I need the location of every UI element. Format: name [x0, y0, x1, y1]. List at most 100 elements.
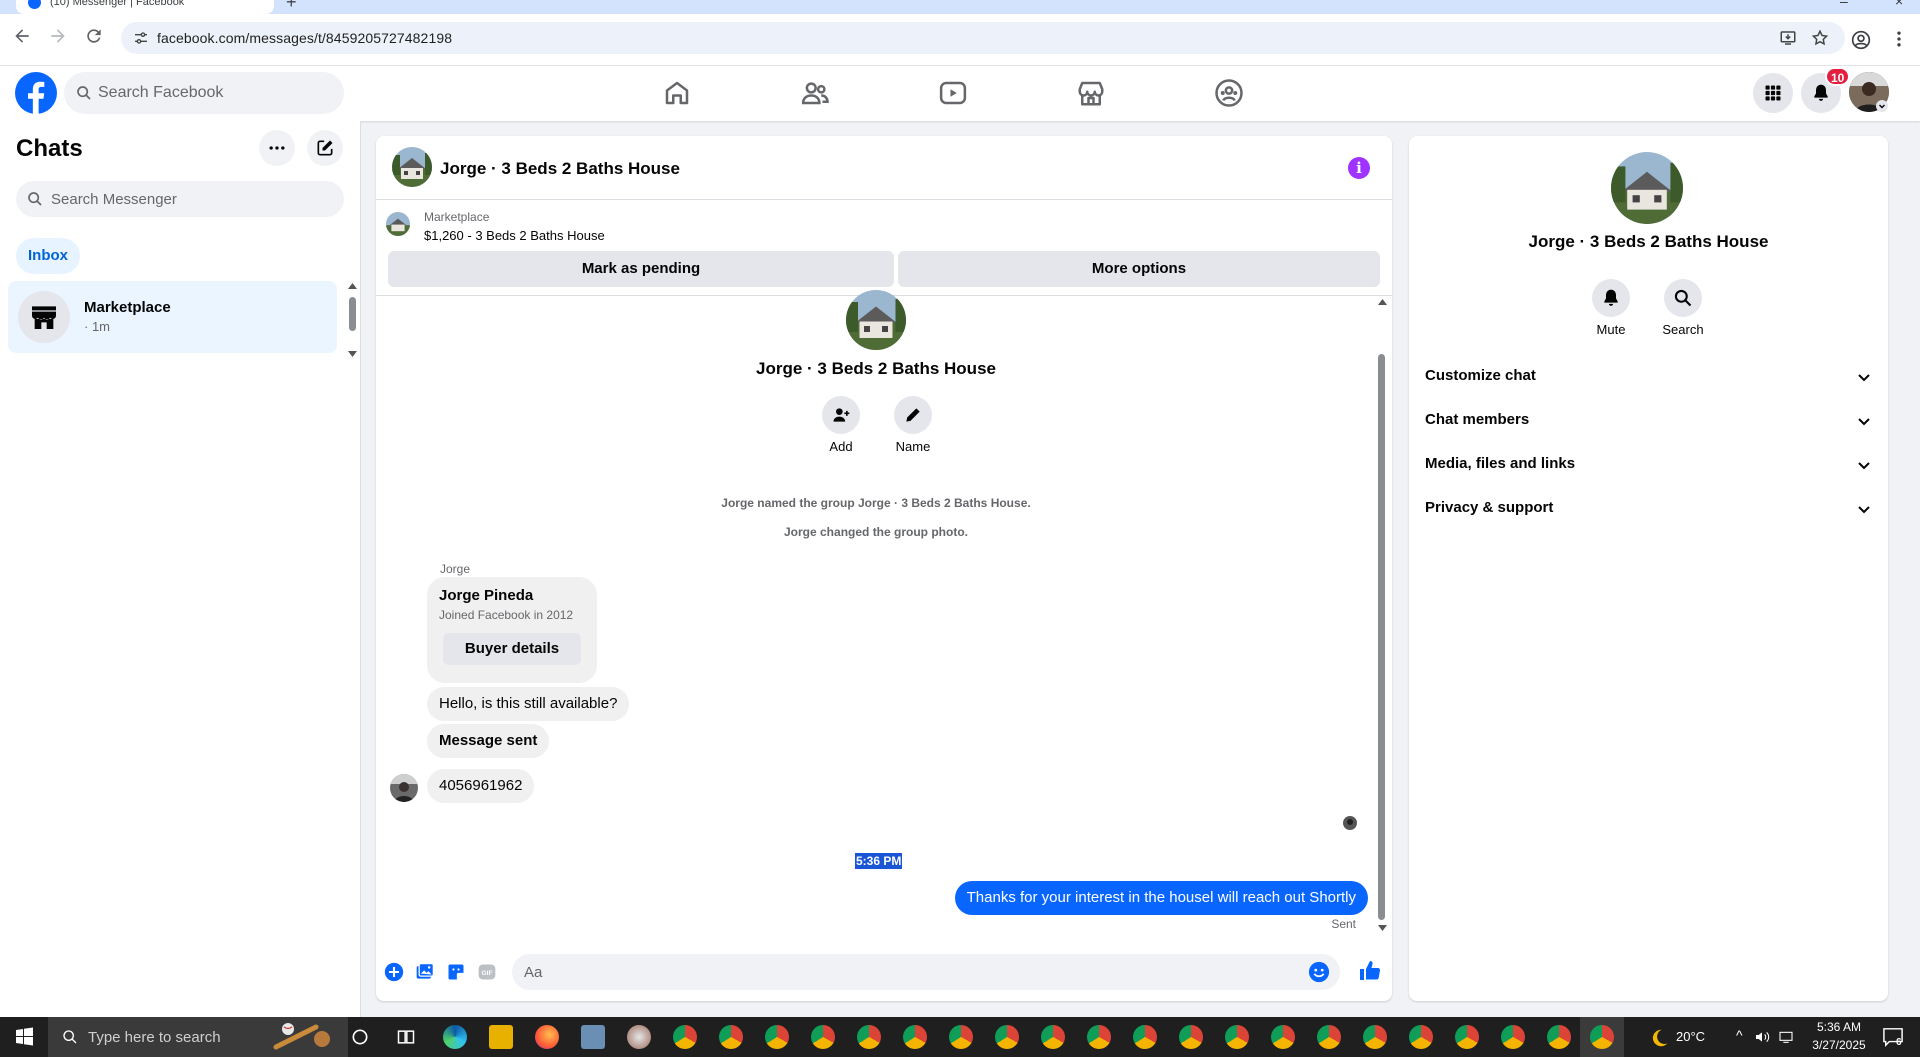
chrome-icon[interactable] [1225, 1025, 1249, 1049]
chrome-icon[interactable] [857, 1025, 881, 1049]
chrome-icon[interactable] [1363, 1025, 1387, 1049]
back-icon[interactable] [12, 26, 32, 46]
url-text[interactable]: facebook.com/messages/t/8459205727482198 [157, 30, 452, 46]
section-media-files-links[interactable]: Media, files and links [1425, 443, 1872, 487]
browser-menu-icon[interactable] [1889, 29, 1909, 49]
scroll-down-icon[interactable] [1378, 925, 1387, 931]
tray-overflow-icon[interactable]: ^ [1736, 1027, 1743, 1043]
chrome-icon[interactable] [1041, 1025, 1065, 1049]
chrome-icon[interactable] [765, 1025, 789, 1049]
firefox-icon[interactable] [535, 1025, 559, 1049]
site-settings-icon[interactable] [133, 30, 149, 46]
gif-icon[interactable]: GIF [477, 962, 497, 982]
facebook-search[interactable] [64, 72, 344, 114]
chrome-icon[interactable] [1087, 1025, 1111, 1049]
chrome-icon[interactable] [903, 1025, 927, 1049]
messenger-search[interactable] [16, 181, 344, 217]
more-options-button[interactable]: More options [898, 251, 1380, 287]
browser-profile-icon[interactable] [1851, 30, 1871, 50]
sticker-icon[interactable] [446, 962, 466, 982]
weather-moon-icon[interactable] [1648, 1027, 1670, 1049]
scrollbar-thumb[interactable] [349, 297, 356, 331]
mute-button[interactable] [1592, 279, 1630, 317]
add-people-button[interactable] [822, 396, 860, 434]
facebook-logo-icon[interactable] [15, 72, 57, 114]
app-icon[interactable] [627, 1025, 651, 1049]
video-icon[interactable] [938, 78, 968, 108]
conversation-title[interactable]: Jorge · 3 Beds 2 Baths House [440, 159, 680, 179]
section-customize-chat[interactable]: Customize chat [1425, 355, 1872, 399]
chrome-icon[interactable] [995, 1025, 1019, 1049]
windows-start-icon[interactable] [0, 1017, 48, 1057]
chrome-icon[interactable] [1179, 1025, 1203, 1049]
more-actions-plus-icon[interactable] [384, 962, 404, 982]
name-group-button[interactable] [894, 396, 932, 434]
chrome-icon[interactable] [1547, 1025, 1571, 1049]
network-icon[interactable] [1778, 1029, 1794, 1045]
edge-icon[interactable] [443, 1025, 467, 1049]
chrome-icon[interactable] [1455, 1025, 1479, 1049]
taskbar-search[interactable]: Type here to search [48, 1017, 348, 1057]
file-explorer-icon[interactable] [489, 1025, 513, 1049]
chrome-icon[interactable] [1271, 1025, 1295, 1049]
marketplace-icon[interactable] [1076, 78, 1106, 108]
chrome-icon[interactable] [1133, 1025, 1157, 1049]
groups-icon[interactable] [1214, 78, 1244, 108]
facebook-search-input[interactable] [98, 72, 328, 114]
cortana-icon[interactable] [350, 1027, 370, 1047]
task-view-icon[interactable] [396, 1027, 416, 1047]
app-icon[interactable] [581, 1025, 605, 1049]
account-chevron-icon[interactable] [1876, 100, 1888, 112]
chrome-icon[interactable] [1317, 1025, 1341, 1049]
browser-tab[interactable]: (10) Messenger | Facebook × [16, 0, 274, 14]
speaker-icon[interactable] [1754, 1029, 1770, 1045]
attach-photo-icon[interactable] [415, 962, 435, 982]
inbox-filter-tab[interactable]: Inbox [16, 238, 80, 274]
chat-list-item[interactable]: Marketplace · 1m [8, 281, 337, 353]
scrollbar-thumb[interactable] [1378, 354, 1385, 920]
chrome-icon[interactable] [673, 1025, 697, 1049]
chrome-icon[interactable] [811, 1025, 835, 1049]
group-photo-large[interactable] [846, 290, 906, 350]
scroll-up-icon[interactable] [348, 283, 357, 289]
chrome-icon[interactable] [1590, 1025, 1614, 1049]
friends-icon[interactable] [800, 78, 830, 108]
emoji-icon[interactable] [1308, 961, 1330, 983]
window-minimize-icon[interactable]: – [1840, 0, 1848, 9]
incoming-message[interactable]: 4056961962 [427, 769, 535, 803]
section-privacy-support[interactable]: Privacy & support [1425, 487, 1872, 531]
incoming-message[interactable]: Message sent [427, 724, 550, 758]
weather-temperature[interactable]: 20°C [1676, 1029, 1705, 1044]
install-app-icon[interactable] [1779, 29, 1797, 47]
scroll-down-icon[interactable] [348, 351, 357, 357]
messenger-search-input[interactable] [51, 181, 331, 217]
message-input[interactable] [524, 954, 1284, 990]
reload-icon[interactable] [84, 26, 104, 46]
home-icon[interactable] [662, 78, 692, 108]
new-message-button[interactable] [307, 130, 343, 166]
group-photo[interactable] [392, 147, 432, 187]
outgoing-message[interactable]: Thanks for your interest in the housel w… [954, 881, 1368, 915]
listing-thumbnail[interactable] [386, 212, 410, 236]
listing-price-title[interactable]: $1,260 - 3 Beds 2 Baths House [424, 228, 605, 243]
chats-scrollbar[interactable] [346, 283, 358, 357]
bookmark-star-icon[interactable] [1811, 29, 1829, 47]
chrome-icon[interactable] [1501, 1025, 1525, 1049]
chats-options-button[interactable] [259, 130, 295, 166]
conversation-info-icon[interactable]: i [1348, 157, 1370, 179]
new-tab-icon[interactable]: + [286, 0, 297, 13]
chrome-icon[interactable] [949, 1025, 973, 1049]
clock-date[interactable]: 3/27/2025 [1806, 1038, 1872, 1052]
menu-button[interactable] [1753, 73, 1793, 113]
chrome-icon[interactable] [719, 1025, 743, 1049]
thread-scrollbar[interactable] [1375, 296, 1389, 936]
group-photo-info[interactable] [1611, 152, 1683, 224]
incoming-message[interactable]: Hello, is this still available? [427, 687, 630, 721]
forward-icon[interactable] [48, 26, 68, 46]
window-close-icon[interactable]: × [1895, 0, 1903, 9]
section-chat-members[interactable]: Chat members [1425, 399, 1872, 443]
mark-as-pending-button[interactable]: Mark as pending [388, 251, 894, 287]
message-input-field[interactable] [512, 954, 1340, 990]
clock-time[interactable]: 5:36 AM [1808, 1020, 1870, 1034]
address-bar[interactable]: facebook.com/messages/t/8459205727482198 [121, 22, 1845, 54]
